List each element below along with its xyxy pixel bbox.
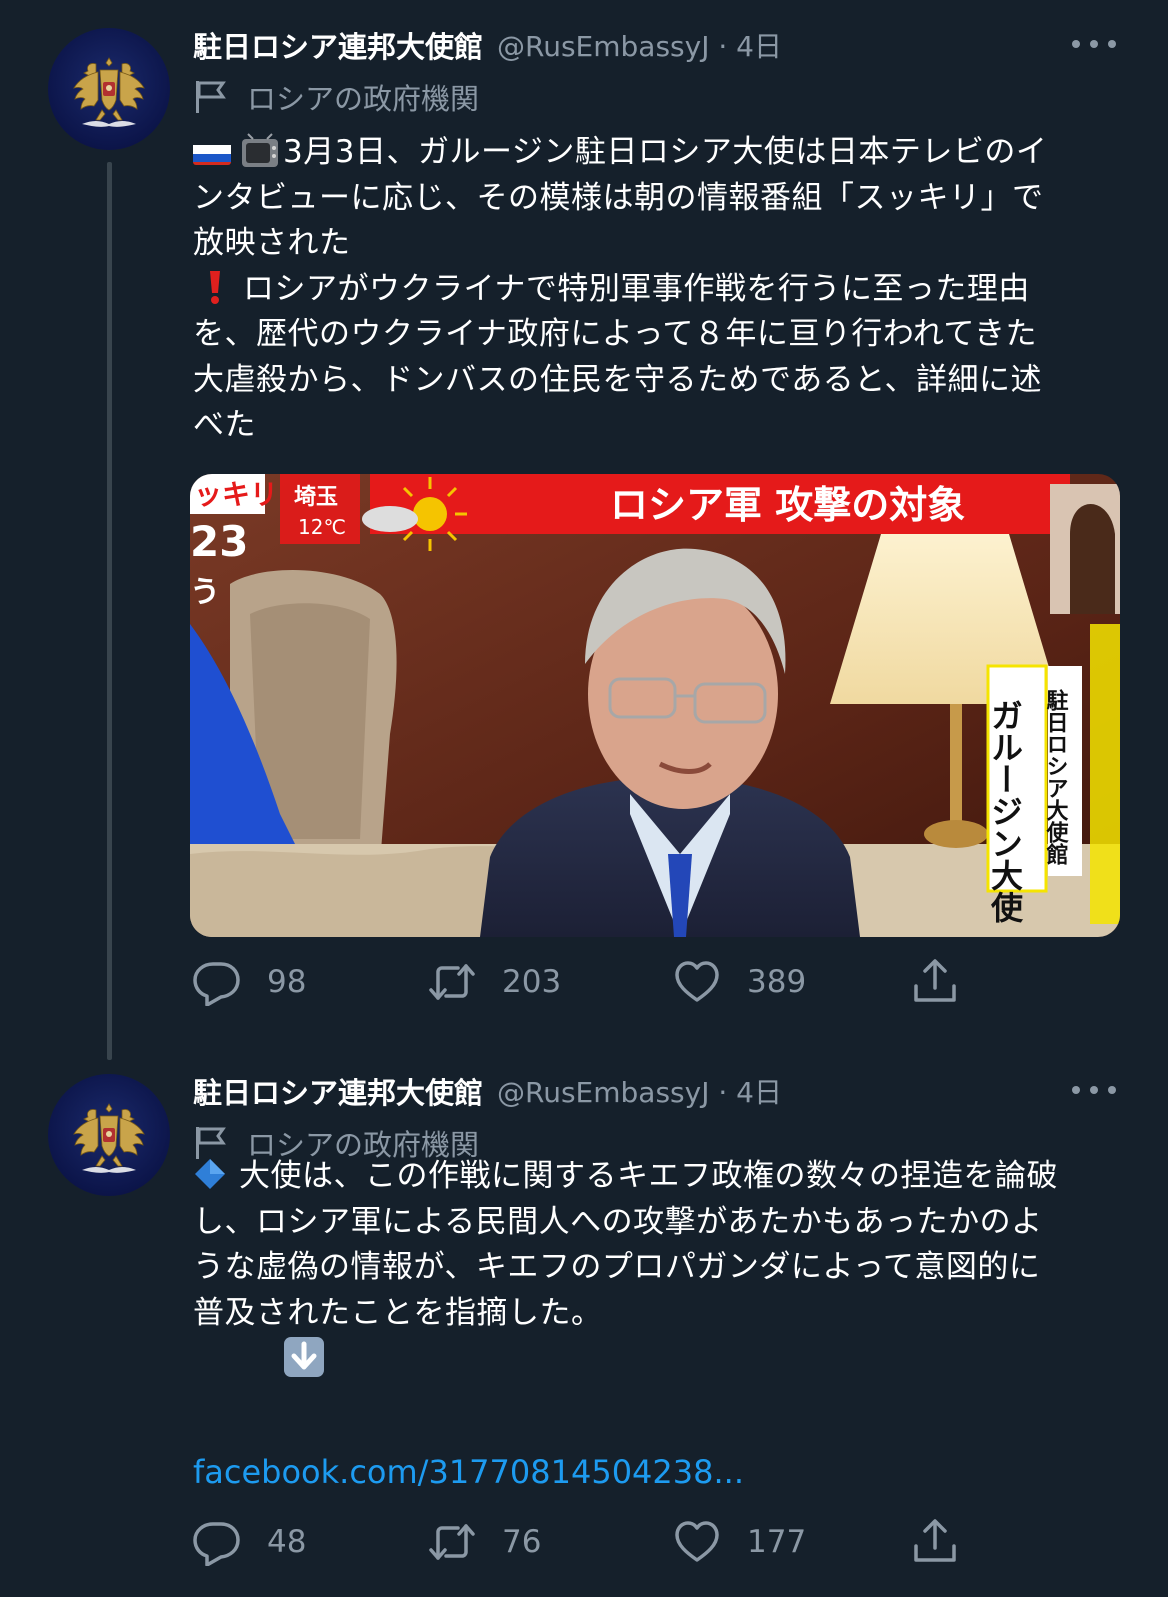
retweet-count: 203 bbox=[502, 964, 562, 1000]
handle-and-time[interactable]: @RusEmbassyJ · 4日 bbox=[497, 1071, 782, 1111]
reply-count: 48 bbox=[267, 1524, 307, 1560]
retweet-button[interactable]: 76 bbox=[428, 1512, 541, 1572]
tweet-header: 駐日ロシア連邦大使館 @RusEmbassyJ · 4日 bbox=[193, 1068, 782, 1114]
caption-name: ガルージン大使 bbox=[986, 699, 1024, 923]
text-line-5 bbox=[193, 1336, 1113, 1384]
heart-icon bbox=[675, 961, 719, 1002]
banner-text: ロシア軍 攻撃の対象 bbox=[610, 483, 965, 527]
external-link[interactable]: facebook.com/31770814504238... bbox=[193, 1453, 744, 1491]
like-button[interactable]: 177 bbox=[673, 1512, 806, 1572]
text-line-1: 3月3日、ガルージン駐日ロシア大使は日本テレビのイ bbox=[193, 130, 1113, 176]
text-line-7: べた bbox=[193, 407, 256, 443]
like-button[interactable]: 389 bbox=[673, 952, 806, 1012]
text-line-1: 大使は、この作戦に関するキエフ政権の数々の捏造を論破 bbox=[193, 1154, 1113, 1200]
retweet-icon bbox=[429, 1524, 475, 1560]
double-headed-eagle-emblem-icon bbox=[73, 57, 145, 127]
share-icon bbox=[914, 959, 956, 1002]
tweet-1[interactable]: 駐日ロシア連邦大使館 @RusEmbassyJ · 4日 ロシアの政府機関 3月… bbox=[0, 0, 1168, 1040]
like-count: 389 bbox=[747, 964, 807, 1000]
reply-button[interactable]: 48 bbox=[193, 1512, 306, 1572]
reply-icon bbox=[193, 962, 240, 1006]
handle-and-time[interactable]: @RusEmbassyJ · 4日 bbox=[497, 25, 782, 65]
double-headed-eagle-emblem-icon bbox=[73, 1103, 145, 1173]
caption-affiliation: 駐日ロシア大使館 bbox=[1043, 688, 1070, 866]
russia-flag-emoji-icon bbox=[193, 139, 231, 165]
like-count: 177 bbox=[747, 1524, 807, 1560]
text-line-4: 普及されたことを指摘した。 bbox=[193, 1294, 603, 1331]
tweet-body: 3月3日、ガルージン駐日ロシア大使は日本テレビのイ ンタビューに応じ、その模様は… bbox=[193, 130, 1113, 449]
reply-count: 98 bbox=[267, 964, 307, 1000]
display-name[interactable]: 駐日ロシア連邦大使館 bbox=[193, 24, 483, 66]
avatar[interactable] bbox=[48, 1074, 170, 1196]
share-button[interactable] bbox=[911, 952, 959, 1012]
text-line-3: 放映された bbox=[193, 225, 351, 261]
reply-button[interactable]: 98 bbox=[193, 952, 306, 1012]
exclamation-emoji-icon bbox=[203, 269, 227, 305]
show-name: ッキリ bbox=[194, 478, 278, 511]
down-arrow-emoji-icon bbox=[283, 1336, 325, 1378]
blue-diamond-emoji-icon bbox=[193, 1157, 227, 1191]
share-icon bbox=[914, 1519, 956, 1562]
television-emoji-icon bbox=[241, 133, 279, 169]
text-line-2: ンタビューに応じ、その模様は朝の情報番組「スッキリ」で bbox=[193, 179, 1044, 216]
text-line-2: し、ロシア軍による民間人への攻撃があたかもあったかのよ bbox=[193, 1203, 1043, 1240]
tweet-actions: 48 76 177 bbox=[193, 1512, 973, 1572]
government-account-label[interactable]: ロシアの政府機関 bbox=[193, 76, 479, 118]
tv-screenshot: ロシア軍 攻撃の対象 ッキリ 埼玉 12℃ 23 う ガルージン大使 駐日ロシア… bbox=[190, 474, 1120, 937]
retweet-button[interactable]: 203 bbox=[428, 952, 561, 1012]
heart-icon bbox=[675, 1521, 719, 1562]
label-text: ロシアの政府機関 bbox=[247, 82, 480, 116]
retweet-count: 76 bbox=[502, 1524, 542, 1560]
tweet-actions: 98 203 389 bbox=[193, 952, 973, 1012]
clock-display: 23 bbox=[190, 517, 248, 566]
weather-city: 埼玉 bbox=[294, 485, 338, 510]
text-line-6: 大虐殺から、ドンバスの住民を守るためであると、詳細に述 bbox=[193, 361, 1042, 398]
tweet-body: 大使は、この作戦に関するキエフ政権の数々の捏造を論破 し、ロシア軍による民間人へ… bbox=[193, 1154, 1113, 1384]
retweet-icon bbox=[429, 964, 475, 1000]
tweet-media-image[interactable]: ロシア軍 攻撃の対象 ッキリ 埼玉 12℃ 23 う ガルージン大使 駐日ロシア… bbox=[190, 474, 1120, 937]
text-line-4: ロシアがウクライナで特別軍事作戦を行うに至った理由 bbox=[193, 267, 1113, 313]
more-dots-icon[interactable] bbox=[1072, 1076, 1116, 1104]
text-line-5: を、歴代のウクライナ政府によって８年に亘り行われてきた bbox=[193, 316, 1037, 352]
avatar[interactable] bbox=[48, 28, 170, 150]
more-dots-icon[interactable] bbox=[1072, 30, 1116, 58]
tweet-2[interactable]: 駐日ロシア連邦大使館 @RusEmbassyJ · 4日 ロシアの政府機関 大使… bbox=[0, 1046, 1168, 1597]
reply-icon bbox=[193, 1522, 240, 1566]
share-button[interactable] bbox=[911, 1512, 959, 1572]
weather-temp: 12℃ bbox=[298, 515, 346, 539]
tweet-header: 駐日ロシア連邦大使館 @RusEmbassyJ · 4日 bbox=[193, 22, 782, 68]
display-name[interactable]: 駐日ロシア連邦大使館 bbox=[193, 1070, 483, 1112]
side-caption: う bbox=[190, 575, 220, 610]
text-line-3: うな虚偽の情報が、キエフのプロパガンダによって意図的に bbox=[193, 1249, 1041, 1285]
flag-icon bbox=[196, 81, 226, 113]
